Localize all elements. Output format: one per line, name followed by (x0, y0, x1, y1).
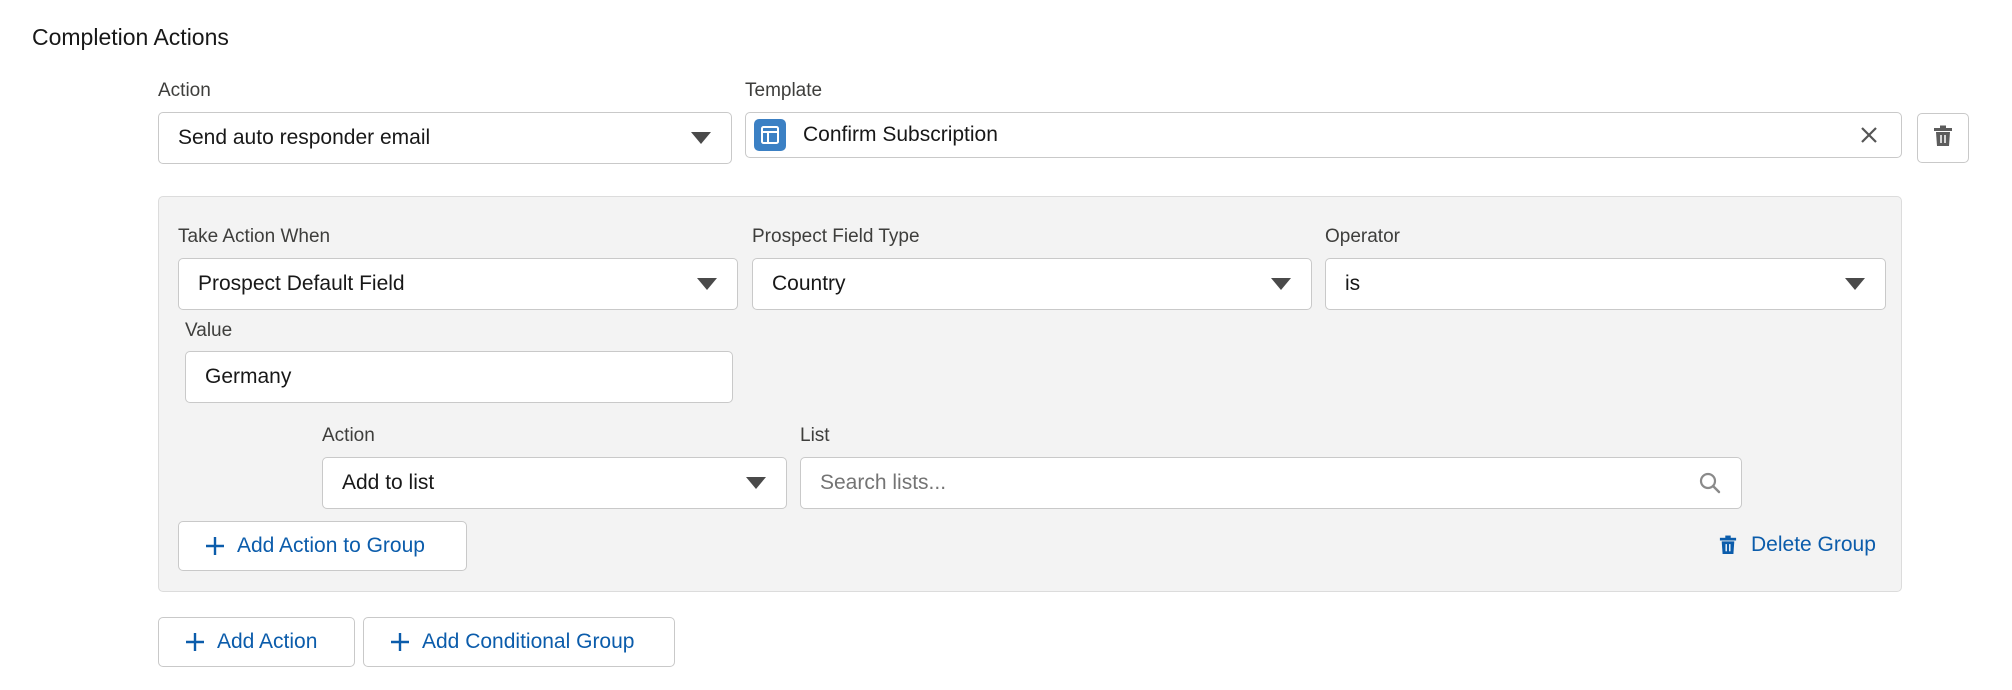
prospect-field-type-label: Prospect Field Type (752, 226, 920, 247)
template-icon (754, 119, 786, 151)
delete-action-button[interactable] (1917, 113, 1969, 163)
action-select[interactable]: Send auto responder email (158, 112, 732, 164)
inner-action-select[interactable]: Add to list (322, 457, 787, 509)
prospect-field-type-value: Country (772, 272, 846, 295)
plus-icon (205, 536, 225, 556)
template-value: Confirm Subscription (803, 123, 998, 146)
trash-icon (1933, 125, 1953, 152)
add-action-to-group-button[interactable]: Add Action to Group (178, 521, 467, 571)
operator-value: is (1345, 272, 1361, 295)
delete-group-button[interactable]: Delete Group (1719, 533, 1876, 557)
list-label: List (800, 425, 830, 446)
trash-icon (1719, 535, 1737, 555)
chevron-down-icon (746, 477, 766, 489)
take-action-when-value: Prospect Default Field (198, 272, 405, 295)
action-label: Action (158, 80, 211, 101)
value-input[interactable]: Germany (185, 351, 733, 403)
add-conditional-group-button[interactable]: Add Conditional Group (363, 617, 675, 667)
chevron-down-icon (691, 132, 711, 144)
add-action-button[interactable]: Add Action (158, 617, 355, 667)
add-action-to-group-label: Add Action to Group (237, 534, 425, 557)
take-action-when-label: Take Action When (178, 226, 331, 247)
section-title: Completion Actions (32, 24, 229, 50)
plus-icon (390, 632, 410, 652)
inner-action-value: Add to list (342, 471, 435, 494)
chevron-down-icon (1845, 278, 1865, 290)
template-lookup[interactable]: Confirm Subscription (745, 112, 1902, 158)
chevron-down-icon (697, 278, 717, 290)
chevron-down-icon (1271, 278, 1291, 290)
value-label: Value (185, 320, 233, 341)
template-label: Template (745, 80, 823, 101)
list-search-input[interactable]: Search lists... (800, 457, 1742, 509)
value-input-text: Germany (205, 365, 292, 388)
prospect-field-type-select[interactable]: Country (752, 258, 1312, 310)
search-icon (1699, 472, 1721, 494)
close-icon[interactable] (1849, 115, 1889, 155)
list-search-placeholder: Search lists... (820, 471, 947, 494)
add-action-label: Add Action (217, 630, 318, 653)
add-conditional-group-label: Add Conditional Group (422, 630, 635, 653)
delete-group-label: Delete Group (1751, 533, 1876, 556)
take-action-when-select[interactable]: Prospect Default Field (178, 258, 738, 310)
action-select-value: Send auto responder email (178, 126, 431, 149)
operator-label: Operator (1325, 226, 1400, 247)
operator-select[interactable]: is (1325, 258, 1886, 310)
inner-action-label: Action (322, 425, 375, 446)
plus-icon (185, 632, 205, 652)
